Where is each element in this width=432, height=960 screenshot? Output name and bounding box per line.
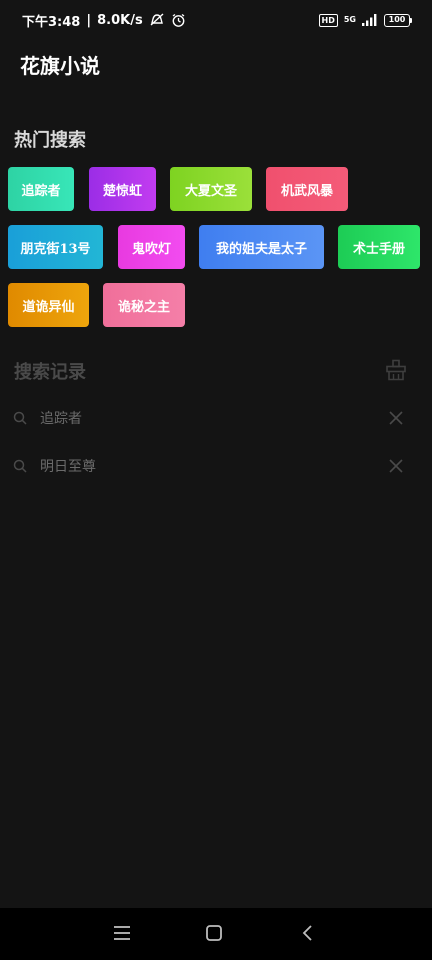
history-title: 搜索记录 [14, 362, 86, 383]
network-type: 5G [343, 15, 356, 24]
close-icon[interactable] [388, 410, 404, 426]
status-left: 下午3:48 | 8.0K/s [22, 11, 186, 30]
battery-icon: 100 [384, 13, 412, 27]
hot-tag[interactable]: 道诡异仙 [8, 283, 89, 327]
history-item-text: 追踪者 [40, 411, 82, 427]
hot-tag[interactable]: 楚惊虹 [89, 167, 156, 211]
hot-tag[interactable]: 追踪者 [8, 167, 74, 211]
status-separator: | [86, 12, 92, 28]
hot-search-title: 热门搜索 [14, 130, 86, 151]
close-icon[interactable] [388, 458, 404, 474]
back-icon[interactable] [299, 924, 317, 942]
home-icon[interactable] [205, 924, 223, 942]
search-icon [13, 411, 27, 425]
history-item[interactable]: 追踪者 [0, 398, 432, 438]
status-bar: 下午3:48 | 8.0K/s HD 5G 100 [0, 0, 432, 40]
hot-tag[interactable]: 机武风暴 [266, 167, 348, 211]
trash-icon[interactable] [385, 359, 407, 381]
search-icon [13, 459, 27, 473]
system-nav-bar [0, 908, 432, 960]
battery-level: 100 [388, 15, 406, 24]
hot-tag[interactable]: 大夏文圣 [170, 167, 252, 211]
hot-tag[interactable]: 我的姐夫是太子 [199, 225, 324, 269]
status-right: HD 5G 100 [318, 13, 412, 27]
hot-tag[interactable]: 朋克街13号 [8, 225, 103, 269]
signal-icon [362, 14, 377, 26]
status-net-speed: 8.0K/s [97, 12, 143, 28]
hot-tag[interactable]: 诡秘之主 [103, 283, 185, 327]
status-time: 下午3:48 [22, 14, 81, 30]
menu-icon[interactable] [113, 924, 131, 942]
hot-tag[interactable]: 术士手册 [338, 225, 420, 269]
hd-badge: HD [318, 13, 338, 27]
hot-tag[interactable]: 鬼吹灯 [118, 225, 185, 269]
history-item[interactable]: 明日至尊 [0, 446, 432, 486]
mute-icon [150, 13, 164, 26]
alarm-icon [172, 13, 185, 27]
app-title: 花旗小说 [20, 54, 100, 78]
history-item-text: 明日至尊 [40, 459, 96, 475]
